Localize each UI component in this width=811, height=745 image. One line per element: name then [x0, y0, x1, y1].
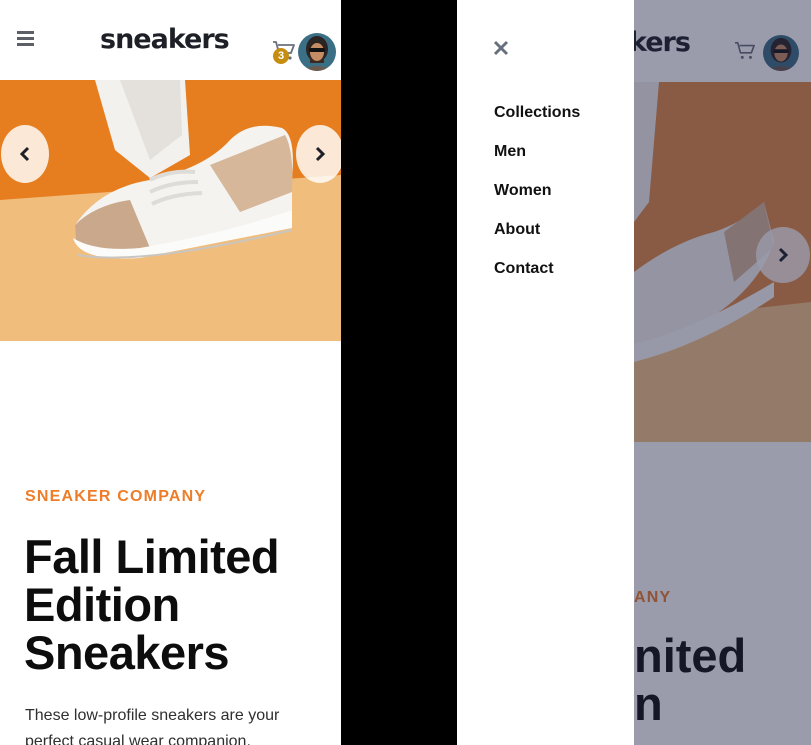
nav-drawer: Collections Men Women About Contact: [457, 0, 634, 745]
nav-item-women[interactable]: Women: [494, 182, 551, 200]
product-title-line: Edition: [24, 578, 180, 631]
previous-image-button[interactable]: [1, 125, 49, 183]
company-label: SNEAKER COMPANY: [25, 488, 207, 505]
nav-item-contact[interactable]: Contact: [494, 260, 554, 278]
divider-gap: [341, 0, 457, 745]
chevron-left-icon: [19, 146, 30, 162]
site-logo[interactable]: sneakers: [100, 24, 230, 55]
product-page-menu-open: kers ANY nited n Collections Men Women A…: [457, 0, 811, 745]
menu-icon[interactable]: [17, 31, 34, 46]
overlay-backdrop[interactable]: [634, 0, 811, 745]
product-title: Fall Limited Edition Sneakers: [24, 533, 324, 677]
product-page-mobile: sneakers 3 SNEAKER COMPANY Fall Limited …: [0, 0, 341, 745]
product-title-line: Fall Limited: [24, 530, 280, 583]
product-image: [0, 80, 341, 341]
nav-item-about[interactable]: About: [494, 221, 540, 239]
chevron-right-icon: [315, 146, 326, 162]
nav-item-men[interactable]: Men: [494, 143, 526, 161]
product-description: These low-profile sneakers are your perf…: [25, 707, 280, 745]
nav-item-collections[interactable]: Collections: [494, 104, 580, 122]
cart-count-badge: 3: [273, 48, 289, 64]
avatar[interactable]: [298, 33, 336, 71]
next-image-button[interactable]: [296, 125, 341, 183]
site-header: sneakers 3: [0, 0, 341, 80]
product-title-line: Sneakers: [24, 626, 230, 679]
close-icon[interactable]: [493, 40, 509, 56]
